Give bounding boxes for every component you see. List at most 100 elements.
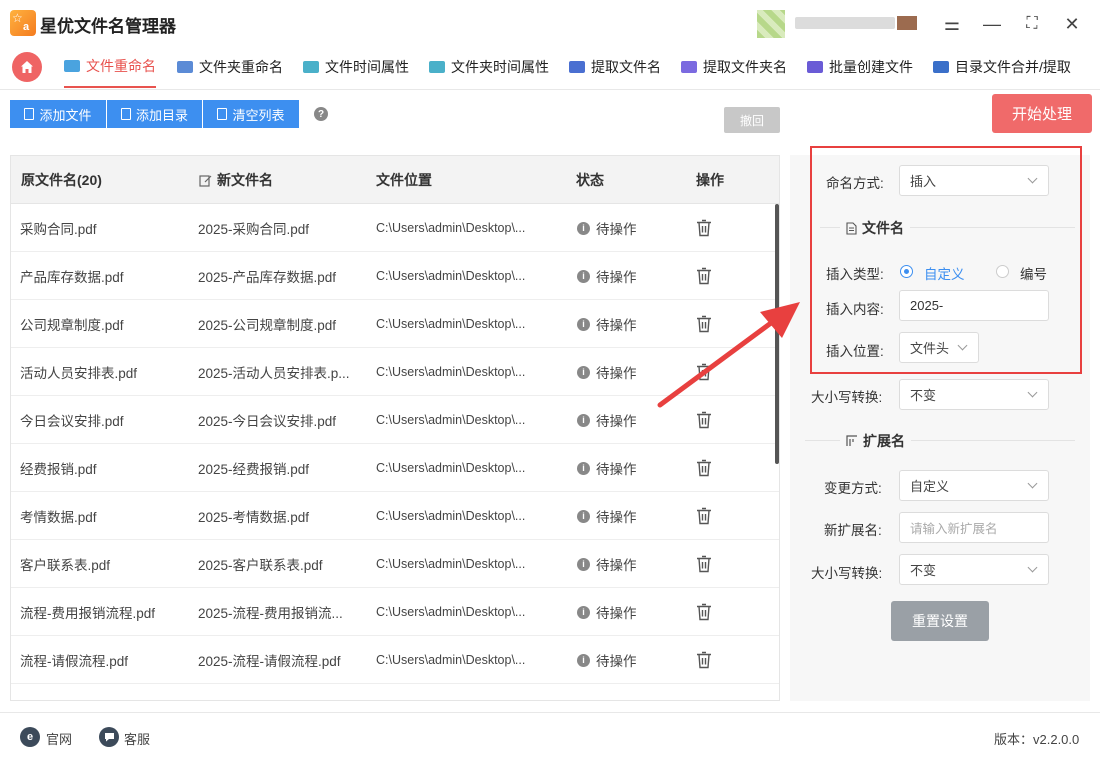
settings-icon[interactable]: ⚌ — [938, 10, 966, 38]
cell-new-name: 2025-活动人员安排表.p... — [198, 366, 350, 381]
cell-status: i 待操作 — [577, 204, 677, 252]
table-row[interactable]: 客户联系表.pdf 2025-客户联系表.pdf C:\Users\admin\De… — [11, 540, 779, 588]
footer: e 官网 客服 版本：v2.2.0.0 — [0, 712, 1100, 760]
add-file-button[interactable]: 添加文件 — [10, 100, 106, 128]
table-row[interactable]: 考情数据.pdf 2025-考情数据.pdf C:\Users\admin\Desk… — [11, 492, 779, 540]
status-text: 待操作 — [596, 270, 637, 285]
tab-merge-extract[interactable]: 目录文件合并/提取 — [933, 46, 1071, 88]
cell-location: C:\Users\admin\Desktop\... — [376, 461, 526, 475]
info-icon: i — [577, 509, 590, 523]
delete-trash-icon[interactable] — [696, 555, 712, 573]
cell-location: C:\Users\admin\Desktop\... — [376, 605, 526, 619]
delete-trash-icon[interactable] — [696, 603, 712, 621]
cell-location: C:\Users\admin\Desktop\... — [376, 221, 526, 235]
info-icon: i — [577, 413, 590, 427]
status-text: 待操作 — [596, 510, 637, 525]
tab-bar: 文件重命名 文件夹重命名 文件时间属性 文件夹时间属性 提取文件名 提取文件夹名… — [0, 46, 1100, 90]
cell-original-name: 公司规章制度.pdf — [20, 318, 124, 333]
header-new-name[interactable]: 新文件名 — [199, 156, 273, 204]
info-icon: i — [577, 269, 590, 283]
tab-file-time[interactable]: 文件时间属性 — [303, 46, 409, 88]
cell-status: i 待操作 — [577, 492, 677, 540]
tab-extract-filename[interactable]: 提取文件名 — [569, 46, 661, 88]
folder-time-tab-icon — [429, 61, 445, 73]
reset-settings-button[interactable]: 重置设置 — [891, 601, 989, 641]
status-text: 待操作 — [596, 366, 637, 381]
cell-new-name: 2025-今日会议安排.pdf — [198, 414, 337, 429]
support-link[interactable]: 客服 — [124, 729, 150, 748]
tab-extract-foldername[interactable]: 提取文件夹名 — [681, 46, 787, 88]
cell-original-name: 流程-请假流程.pdf — [20, 654, 129, 669]
annotation-arrow — [657, 302, 800, 408]
cell-new-name: 2025-流程-请假流程.pdf — [198, 654, 341, 669]
extract-foldername-tab-icon — [681, 61, 697, 73]
delete-trash-icon[interactable] — [696, 507, 712, 525]
delete-trash-icon[interactable] — [696, 651, 712, 669]
cell-location: C:\Users\admin\Desktop\... — [376, 653, 526, 667]
header-action: 操作 — [696, 172, 724, 188]
ext-mode-select[interactable]: 自定义 — [899, 470, 1049, 501]
cell-new-name: 2025-流程-费用报销流... — [198, 606, 343, 621]
cell-original-name: 考情数据.pdf — [20, 510, 97, 525]
help-icon[interactable]: ? — [314, 107, 328, 121]
ext-case-label: 大小写转换: — [811, 566, 883, 581]
close-button[interactable]: ✕ — [1058, 10, 1086, 38]
delete-trash-icon[interactable] — [696, 411, 712, 429]
cell-location: C:\Users\admin\Desktop\... — [376, 557, 526, 571]
info-icon: i — [577, 605, 590, 619]
folder-rename-tab-icon — [177, 61, 193, 73]
cell-action — [696, 444, 726, 492]
info-icon: i — [577, 653, 590, 667]
maximize-button[interactable]: ⛶ — [1018, 10, 1046, 38]
app-logo-icon: ☆ a — [10, 10, 36, 36]
header-location[interactable]: 文件位置 — [376, 156, 432, 204]
header-status[interactable]: 状态 — [576, 156, 604, 204]
add-directory-button[interactable]: 添加目录 — [107, 100, 202, 128]
table-row[interactable]: 流程-费用报销流程.pdf 2025-流程-费用报销流... C:\Users\ad… — [11, 588, 779, 636]
status-text: 待操作 — [596, 222, 637, 237]
tab-file-rename[interactable]: 文件重命名 — [64, 46, 156, 88]
website-icon[interactable]: e — [20, 727, 40, 747]
status-text: 待操作 — [596, 462, 637, 477]
case-convert-select[interactable]: 不变 — [899, 379, 1049, 410]
home-button[interactable] — [12, 52, 42, 82]
extension-icon — [846, 435, 857, 446]
cell-original-name: 产品库存数据.pdf — [20, 270, 124, 285]
cell-original-name: 活动人员安排表.pdf — [20, 366, 138, 381]
website-link[interactable]: 官网 — [46, 729, 72, 748]
tab-folder-rename[interactable]: 文件夹重命名 — [177, 46, 283, 88]
case-convert-label: 大小写转换: — [811, 390, 883, 405]
user-avatar[interactable] — [757, 10, 785, 38]
undo-button[interactable]: 撤回 — [724, 107, 780, 133]
ext-case-select[interactable]: 不变 — [899, 554, 1049, 585]
version-text: 版本：v2.2.0.0 — [994, 732, 1080, 747]
cell-action — [696, 492, 726, 540]
new-ext-input[interactable]: 请输入新扩展名 — [899, 512, 1049, 543]
table-row[interactable]: 采购合同.pdf 2025-采购合同.pdf C:\Users\admin\Desk… — [11, 204, 779, 252]
table-row[interactable]: 经费报销.pdf 2025-经费报销.pdf C:\Users\admin\Desk… — [11, 444, 779, 492]
cell-new-name: 2025-产品库存数据.pdf — [198, 270, 337, 285]
cell-original-name: 经费报销.pdf — [20, 462, 97, 477]
edit-icon — [199, 174, 212, 187]
cell-location: C:\Users\admin\Desktop\... — [376, 269, 526, 283]
cell-original-name: 今日会议安排.pdf — [20, 414, 124, 429]
cell-status: i 待操作 — [577, 444, 677, 492]
delete-trash-icon[interactable] — [696, 219, 712, 237]
delete-trash-icon[interactable] — [696, 459, 712, 477]
chevron-down-icon — [1027, 387, 1038, 398]
minimize-button[interactable]: — — [978, 10, 1006, 38]
support-chat-icon[interactable] — [99, 727, 119, 747]
tab-batch-create[interactable]: 批量创建文件 — [807, 46, 913, 88]
header-original-name[interactable]: 原文件名(20) — [21, 156, 102, 204]
cell-new-name: 2025-客户联系表.pdf — [198, 558, 323, 573]
cell-action — [696, 204, 726, 252]
table-row[interactable]: 流程-请假流程.pdf 2025-流程-请假流程.pdf C:\Users\admi… — [11, 636, 779, 684]
tab-folder-time[interactable]: 文件夹时间属性 — [429, 46, 549, 88]
file-table: 原文件名(20) 新文件名 文件位置 状态 操作 采购合同.pdf 2025-采购… — [10, 155, 780, 701]
clear-list-button[interactable]: 清空列表 — [203, 100, 299, 128]
app-title: 星优文件名管理器 — [40, 17, 176, 36]
cell-action — [696, 540, 726, 588]
start-processing-button[interactable]: 开始处理 — [992, 94, 1092, 133]
delete-trash-icon[interactable] — [696, 267, 712, 285]
file-icon — [120, 108, 131, 120]
